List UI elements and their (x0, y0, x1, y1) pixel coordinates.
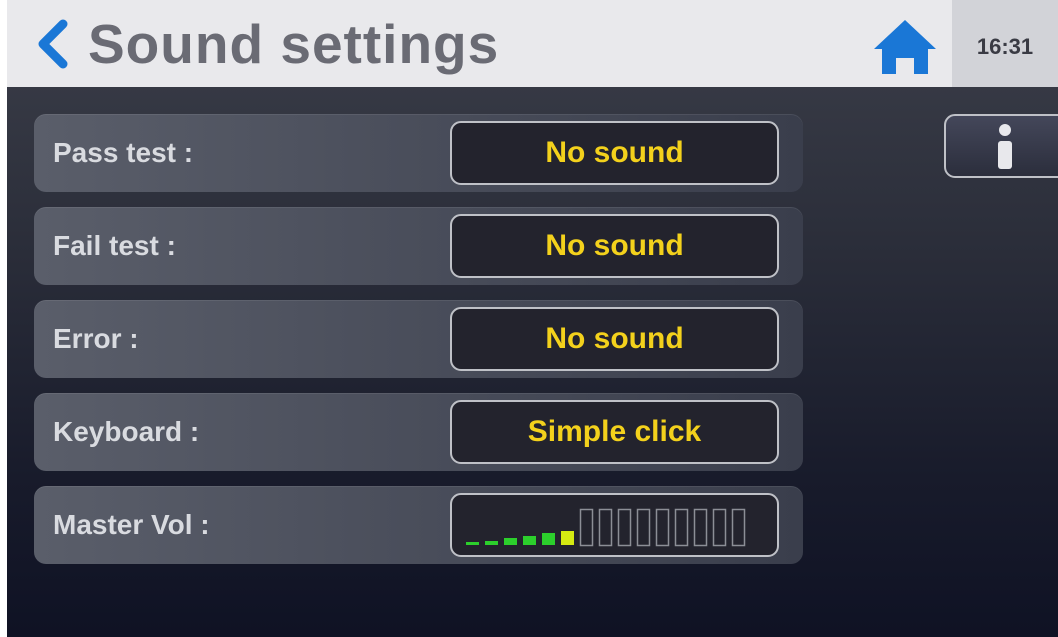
setting-label-keyboard: Keyboard : (53, 416, 200, 447)
error-sound-button[interactable]: No sound (450, 307, 779, 371)
volume-segment[interactable] (636, 508, 651, 547)
setting-row-fail-test: Fail test : No sound (34, 207, 803, 285)
volume-segment[interactable] (561, 531, 574, 545)
info-button[interactable] (944, 114, 1058, 178)
header-bar: Sound settings 16:31 (7, 0, 1058, 87)
chevron-left-icon[interactable] (33, 18, 73, 70)
setting-row-pass-test: Pass test : No sound (34, 114, 803, 192)
setting-label-pass-test: Pass test : (53, 137, 194, 168)
volume-segment[interactable] (466, 542, 479, 545)
volume-segment[interactable] (693, 508, 708, 547)
setting-label-fail-test: Fail test : (53, 230, 176, 261)
info-icon (998, 124, 1012, 169)
volume-segment[interactable] (542, 533, 555, 545)
volume-segment[interactable] (655, 508, 670, 547)
device-screen: Sound settings 16:31 Pass test : No soun… (7, 0, 1058, 637)
pass-test-sound-button[interactable]: No sound (450, 121, 779, 185)
setting-row-master-volume: Master Vol : (34, 486, 803, 564)
setting-row-keyboard: Keyboard : Simple click (34, 393, 803, 471)
volume-segment[interactable] (485, 541, 498, 545)
setting-label-error: Error : (53, 323, 139, 354)
fail-test-sound-button[interactable]: No sound (450, 214, 779, 278)
page-title: Sound settings (88, 13, 500, 75)
volume-segment[interactable] (523, 536, 536, 545)
clock: 16:31 (952, 0, 1058, 87)
volume-segment[interactable] (598, 508, 613, 547)
volume-level-meter[interactable] (464, 501, 769, 549)
setting-label-master-volume: Master Vol : (53, 509, 210, 540)
volume-segment[interactable] (617, 508, 632, 547)
keyboard-sound-button[interactable]: Simple click (450, 400, 779, 464)
volume-segment[interactable] (579, 508, 594, 547)
volume-segment[interactable] (731, 508, 746, 547)
volume-segment[interactable] (674, 508, 689, 547)
volume-segment[interactable] (504, 538, 517, 545)
master-volume-control[interactable] (450, 493, 779, 557)
home-icon[interactable] (870, 16, 940, 78)
volume-segment[interactable] (712, 508, 727, 547)
setting-row-error: Error : No sound (34, 300, 803, 378)
